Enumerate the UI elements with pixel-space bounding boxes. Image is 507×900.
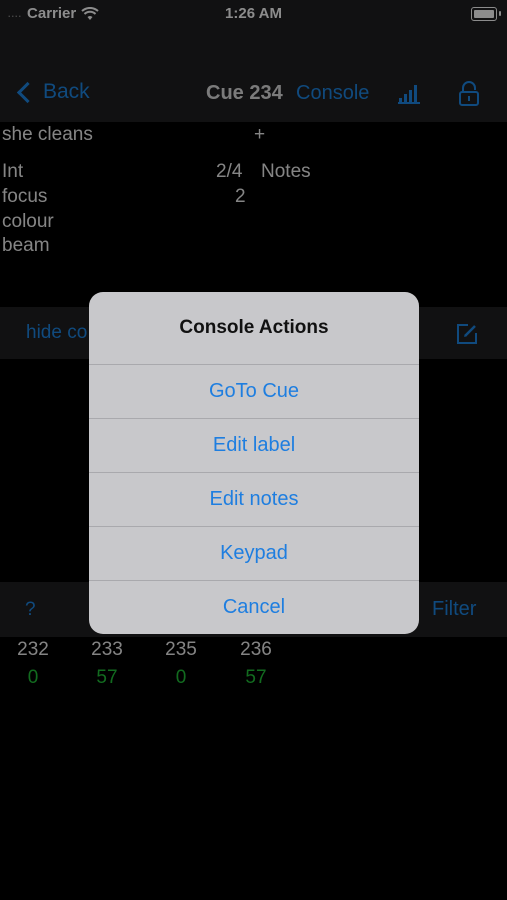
- dialog-title: Console Actions: [179, 317, 329, 338]
- edit-notes-button[interactable]: Edit notes: [89, 472, 419, 526]
- keypad-button[interactable]: Keypad: [89, 526, 419, 580]
- goto-cue-button[interactable]: GoTo Cue: [89, 364, 419, 418]
- cancel-button[interactable]: Cancel: [89, 580, 419, 634]
- edit-label-button[interactable]: Edit label: [89, 418, 419, 472]
- console-actions-dialog: Console Actions GoTo Cue Edit label Edit…: [89, 292, 419, 634]
